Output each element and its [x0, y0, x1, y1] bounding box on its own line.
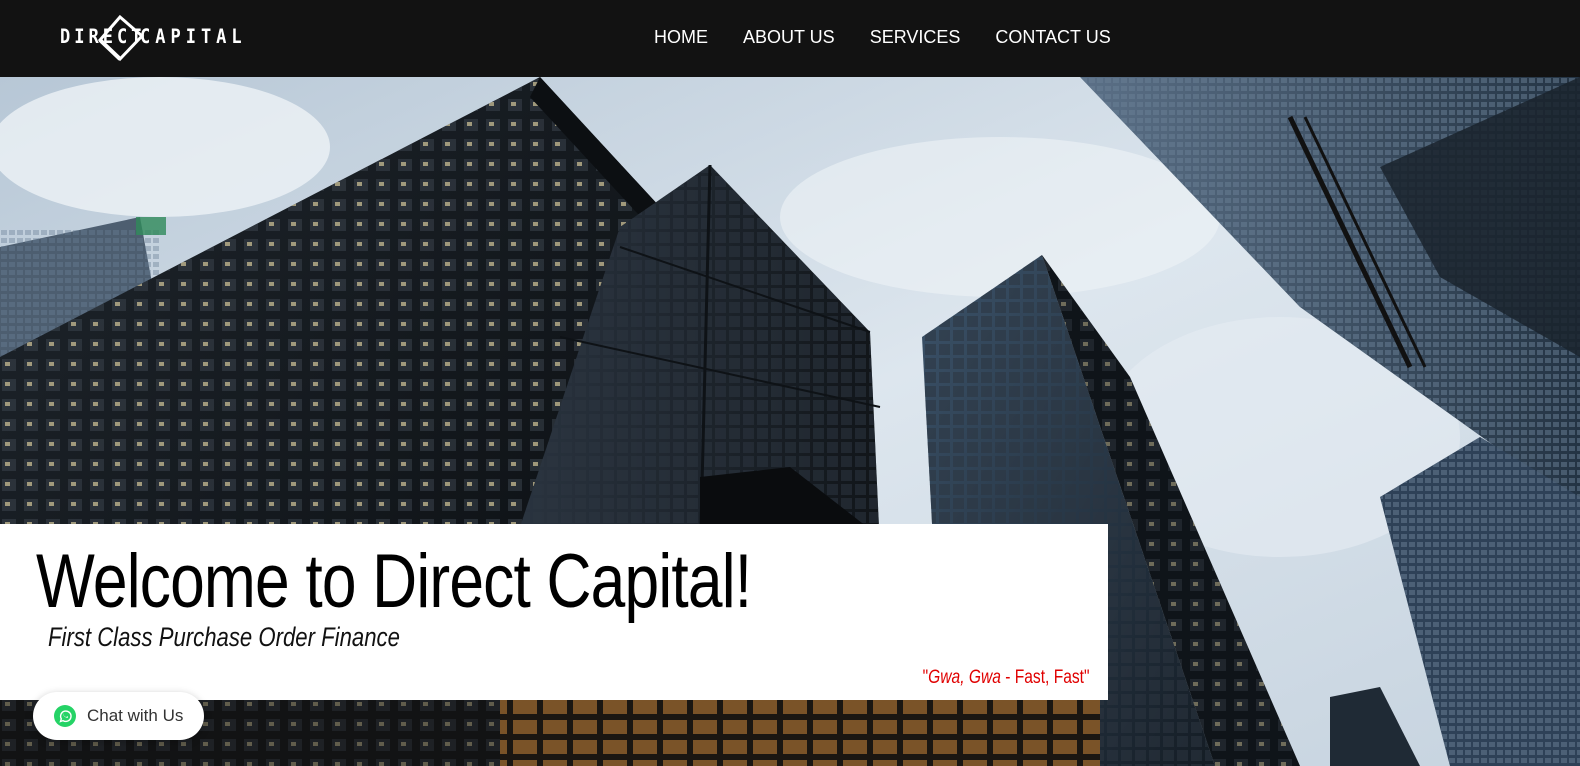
- logo-text-capital: CAPITAL: [140, 25, 247, 49]
- nav-about-us[interactable]: ABOUT US: [743, 27, 835, 48]
- main-nav: HOME ABOUT US SERVICES CONTACT US: [654, 27, 1111, 48]
- chat-button-label: Chat with Us: [87, 706, 184, 725]
- hero-slogan: "Gwa, Gwa - Fast, Fast": [923, 667, 1090, 689]
- nav-services[interactable]: SERVICES: [870, 27, 961, 48]
- nav-contact-us[interactable]: CONTACT US: [995, 27, 1110, 48]
- hero-title: Welcome to Direct Capital!: [36, 539, 752, 624]
- chat-with-us-button[interactable]: Chat with Us: [33, 692, 204, 740]
- nav-home[interactable]: HOME: [654, 27, 708, 48]
- slogan-rest: - Fast, Fast": [1001, 667, 1090, 688]
- site-logo[interactable]: DIRECT CAPITAL: [58, 14, 242, 62]
- site-header: DIRECT CAPITAL HOME ABOUT US SERVICES CO…: [0, 0, 1580, 77]
- hero-subtitle: First Class Purchase Order Finance: [48, 622, 400, 652]
- whatsapp-icon: [54, 705, 76, 727]
- welcome-card: Welcome to Direct Capital! First Class P…: [0, 524, 1108, 700]
- slogan-italic: Gwa, Gwa: [928, 667, 1002, 688]
